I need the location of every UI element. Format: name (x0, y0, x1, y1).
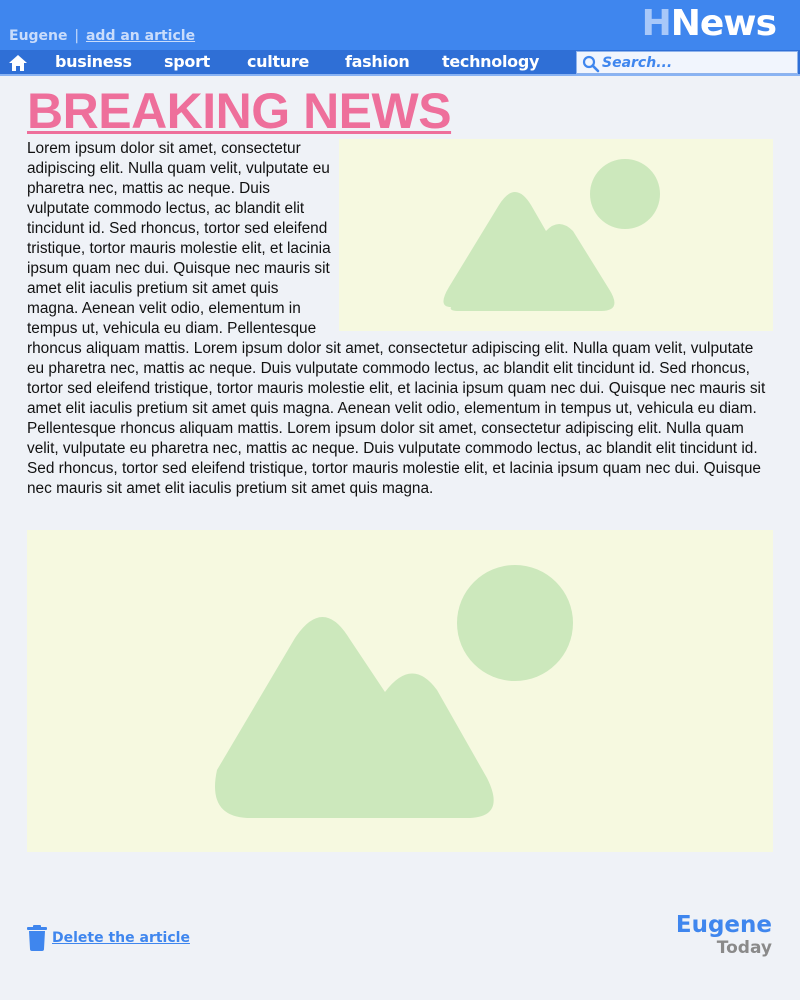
nav-item-sport[interactable]: sport (164, 52, 210, 71)
home-icon[interactable] (8, 54, 28, 72)
nav-item-fashion[interactable]: fashion (345, 52, 410, 71)
nav-item-culture[interactable]: culture (247, 52, 309, 71)
top-header: Eugene | add an article HNews (0, 0, 800, 50)
brand-name: Eugene (675, 912, 772, 938)
nav-item-business[interactable]: business (55, 52, 132, 71)
nav-item-technology[interactable]: technology (442, 52, 539, 71)
logo-prefix: H (641, 3, 672, 44)
image-placeholder-icon (443, 159, 660, 311)
article-image-main[interactable] (27, 530, 773, 852)
search-icon (582, 55, 600, 73)
article-body: Lorem ipsum dolor sit amet, consectetur … (27, 139, 773, 499)
article-image-inline[interactable] (339, 139, 773, 331)
site-logo[interactable]: HNews (641, 3, 777, 44)
logo-text: News (670, 3, 777, 44)
add-article-link[interactable]: add an article (86, 28, 195, 44)
user-separator: | (74, 28, 80, 44)
article-title: BREAKING NEWS (27, 83, 452, 139)
brand-tagline: Today (716, 938, 772, 958)
search-input[interactable] (602, 53, 792, 72)
user-area: Eugene | add an article (9, 28, 195, 44)
trash-icon[interactable] (27, 925, 47, 951)
footer-brand: Eugene Today (676, 912, 772, 958)
username: Eugene (9, 28, 68, 44)
image-placeholder-icon (215, 565, 573, 818)
search-box[interactable] (576, 51, 798, 74)
delete-article-link[interactable]: Delete the article (52, 930, 190, 946)
